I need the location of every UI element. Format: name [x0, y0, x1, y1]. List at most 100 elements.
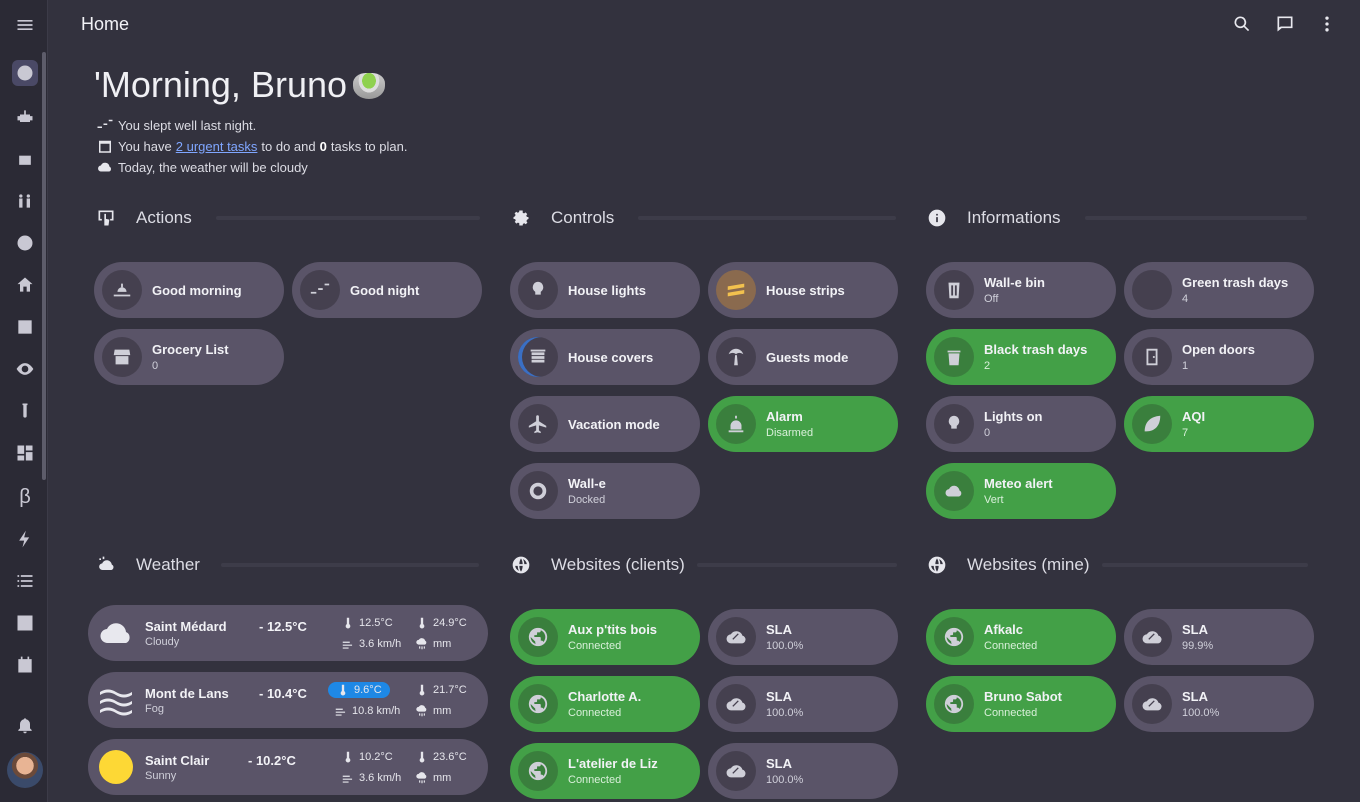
globe-icon[interactable] — [12, 230, 38, 256]
info-aqi[interactable]: AQI 7 — [1124, 396, 1314, 452]
pill-name: Meteo alert — [984, 476, 1053, 491]
family-icon[interactable] — [12, 188, 38, 214]
control-alarm[interactable]: Alarm Disarmed — [708, 396, 898, 452]
beta-icon[interactable]: β — [12, 484, 38, 510]
temp-min-value: 12.5°C — [359, 617, 393, 629]
face-icon[interactable] — [12, 146, 38, 172]
airplane-icon — [518, 404, 558, 444]
temp-max: 23.6°C — [415, 750, 467, 764]
weather-city: Saint Médard — [145, 619, 227, 634]
globe-icon — [518, 617, 558, 657]
pill-state: 0 — [984, 427, 991, 439]
dashboard-icon[interactable] — [12, 440, 38, 466]
info-lights-on[interactable]: Lights on 0 — [926, 396, 1116, 452]
action-good-night[interactable]: Good night — [292, 262, 482, 318]
trash-can-icon — [934, 337, 974, 377]
house-icon[interactable] — [12, 272, 38, 298]
info-meteo-alert[interactable]: Meteo alert Vert — [926, 463, 1116, 519]
cloud-percent-icon — [1132, 617, 1172, 657]
website-client[interactable]: Aux p'tits bois Connected — [510, 609, 700, 665]
website-sla[interactable]: SLA 100.0% — [708, 609, 898, 665]
divider — [697, 563, 897, 567]
action-good-morning[interactable]: Good morning — [94, 262, 284, 318]
pill-state: Connected — [984, 707, 1038, 719]
sidebar-scrollbar[interactable] — [42, 52, 46, 480]
control-house-covers[interactable]: House covers — [510, 329, 700, 385]
pill-name: Wall-e — [568, 476, 606, 491]
section-controls: Controls — [511, 208, 896, 228]
section-websites-mine: Websites (mine) — [927, 555, 1308, 575]
urgent-tasks-link[interactable]: 2 urgent tasks — [176, 139, 258, 154]
pill-state: Connected — [568, 774, 622, 786]
info-open-doors[interactable]: Open doors 1 — [1124, 329, 1314, 385]
account-box-icon[interactable] — [12, 314, 38, 340]
website-sla[interactable]: SLA 99.9% — [1124, 609, 1314, 665]
cloud-percent-icon — [1132, 684, 1172, 724]
chart-icon[interactable] — [12, 610, 38, 636]
pill-name: SLA — [1182, 689, 1208, 704]
website-client[interactable]: L'atelier de Liz Connected — [510, 743, 700, 799]
greeting-text: 'Morning, Bruno — [94, 64, 348, 105]
weather-card[interactable]: Saint Clair - 10.2°C Sunny 10.2°C 23.6°C… — [88, 739, 488, 795]
avatar[interactable] — [7, 752, 43, 788]
pill-name: Bruno Sabot — [984, 689, 1062, 704]
pill-name: SLA — [766, 689, 792, 704]
list-icon[interactable] — [12, 568, 38, 594]
pill-state: Vert — [984, 494, 1004, 506]
section-title: Weather — [136, 555, 200, 574]
flash-icon[interactable] — [12, 526, 38, 552]
menu-icon[interactable] — [12, 12, 38, 38]
temp-min-value: 10.2°C — [359, 751, 393, 763]
section-informations: Informations — [927, 208, 1307, 228]
sleep-icon — [97, 119, 113, 128]
test-tube-icon[interactable] — [12, 398, 38, 424]
control-house-lights[interactable]: House lights — [510, 262, 700, 318]
search-icon[interactable] — [1230, 12, 1254, 36]
gear-icon — [513, 210, 529, 226]
globe-icon — [934, 617, 974, 657]
cloud-percent-icon — [716, 617, 756, 657]
store-icon — [102, 337, 142, 377]
page-title: Home — [81, 14, 130, 34]
eye-icon[interactable] — [12, 356, 38, 382]
robot-icon[interactable] — [12, 104, 38, 130]
website-sla[interactable]: SLA 100.0% — [708, 743, 898, 799]
calendar-icon[interactable] — [12, 652, 38, 678]
weather-line: Today, the weather will be cloudy — [96, 158, 308, 176]
weather-card[interactable]: Mont de Lans - 10.4°C Fog 9.6°C 21.7°C 1… — [88, 672, 488, 728]
weather-summary: Today, the weather will be cloudy — [118, 159, 308, 175]
info-green-trash-days[interactable]: Green trash days 4 — [1124, 262, 1314, 318]
pill-state: Docked — [568, 494, 606, 506]
sidebar-item-home-robot[interactable] — [12, 60, 38, 86]
sleep-icon — [300, 270, 340, 310]
action-grocery-list[interactable]: Grocery List 0 — [94, 329, 284, 385]
control-house-strips[interactable]: House strips — [708, 262, 898, 318]
website-sla[interactable]: SLA 100.0% — [1124, 676, 1314, 732]
pill-name: Good night — [350, 282, 420, 298]
pill-name: Good morning — [152, 282, 242, 298]
assist-icon[interactable] — [1273, 12, 1297, 36]
wind: 3.6 km/h — [341, 771, 401, 785]
control-guests-mode[interactable]: Guests mode — [708, 329, 898, 385]
wind: 3.6 km/h — [341, 637, 401, 651]
web-icon — [928, 556, 946, 574]
weather-card[interactable]: Saint Médard - 12.5°C Cloudy 12.5°C 24.9… — [88, 605, 488, 661]
control-vacation-mode[interactable]: Vacation mode — [510, 396, 700, 452]
pill-name: Black trash days — [984, 342, 1088, 357]
pill-state: 1 — [1182, 360, 1189, 372]
website-client[interactable]: Charlotte A. Connected — [510, 676, 700, 732]
weather-temp: - 10.4°C — [259, 686, 307, 701]
info-black-trash-days[interactable]: Black trash days 2 — [926, 329, 1116, 385]
tea-icon — [353, 73, 386, 99]
control-wall-e[interactable]: Wall-e Docked — [510, 463, 700, 519]
info-wall-e-bin[interactable]: Wall-e bin Off — [926, 262, 1116, 318]
alarm-light-icon — [716, 404, 756, 444]
tasks-count: 0 — [319, 138, 327, 154]
website-sla[interactable]: SLA 100.0% — [708, 676, 898, 732]
more-vert-icon[interactable] — [1315, 12, 1339, 36]
website-mine[interactable]: Afkalc Connected — [926, 609, 1116, 665]
bell-icon[interactable] — [12, 712, 38, 738]
tasks-prefix: You have — [118, 138, 172, 154]
website-mine[interactable]: Bruno Sabot Connected — [926, 676, 1116, 732]
info-icon — [928, 209, 946, 227]
